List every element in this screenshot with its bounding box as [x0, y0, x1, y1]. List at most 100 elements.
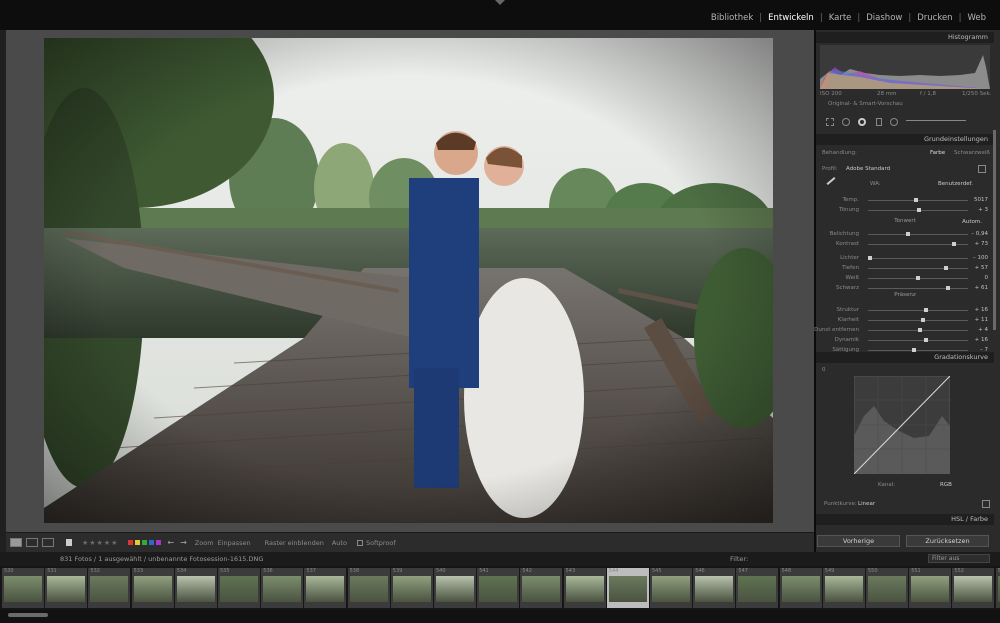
- slider-knob[interactable]: [906, 232, 910, 236]
- filmstrip-thumbnail[interactable]: 538: [347, 568, 390, 608]
- panel-scrollbar[interactable]: [993, 130, 996, 330]
- rating-stars-icon[interactable]: ★★★★★: [82, 539, 118, 547]
- filmstrip-thumbnail[interactable]: 548: [779, 568, 822, 608]
- main-photo[interactable]: [44, 38, 773, 523]
- filmstrip-thumbnail[interactable]: 531: [45, 568, 88, 608]
- slider-track[interactable]: [868, 288, 968, 289]
- filmstrip-thumbnail[interactable]: 536: [261, 568, 304, 608]
- module-bibliothek[interactable]: Bibliothek: [705, 13, 759, 23]
- slider-value[interactable]: + 73: [975, 240, 988, 248]
- filmstrip-thumbnail[interactable]: 539: [390, 568, 433, 608]
- radial-filter-icon[interactable]: [890, 118, 898, 126]
- slider-value[interactable]: 5017: [974, 196, 988, 204]
- slider-track[interactable]: [868, 350, 968, 351]
- slider-knob[interactable]: [868, 256, 872, 260]
- image-canvas[interactable]: [6, 30, 814, 532]
- filmstrip-thumbnail[interactable]: 534: [174, 568, 217, 608]
- loupe-view-button[interactable]: [10, 538, 22, 547]
- filmstrip-thumbnail[interactable]: 533: [131, 568, 174, 608]
- redeye-icon[interactable]: [858, 118, 866, 126]
- slider-track[interactable]: [868, 268, 968, 269]
- filter-select[interactable]: Filter aus: [928, 554, 990, 563]
- raster-select[interactable]: Auto: [332, 539, 347, 547]
- slider-value[interactable]: + 16: [975, 336, 988, 344]
- slider-value[interactable]: – 100: [973, 254, 988, 262]
- filmstrip-thumbnail[interactable]: 553: [995, 568, 1000, 608]
- filmstrip-thumbnail[interactable]: 530: [2, 568, 44, 608]
- basic-header[interactable]: Grundeinstellungen: [816, 134, 994, 145]
- filmstrip-thumbnail[interactable]: 546: [693, 568, 736, 608]
- slider-knob[interactable]: [952, 242, 956, 246]
- filmstrip-thumbnail[interactable]: 543: [563, 568, 606, 608]
- brush-icon[interactable]: [906, 120, 966, 121]
- filmstrip-thumbnail[interactable]: 550: [866, 568, 908, 608]
- slider-value[interactable]: – 7: [980, 346, 988, 354]
- slider-value[interactable]: + 11: [975, 316, 988, 324]
- slider-knob[interactable]: [916, 276, 920, 280]
- filmstrip-source-info[interactable]: 831 Fotos / 1 ausgewählt / unbenannte Fo…: [60, 555, 263, 563]
- slider-knob[interactable]: [914, 198, 918, 202]
- filmstrip-thumbnail[interactable]: 542: [520, 568, 563, 608]
- slider-knob[interactable]: [946, 286, 950, 290]
- previous-arrow-icon[interactable]: ←: [167, 538, 174, 547]
- spot-removal-icon[interactable]: [842, 118, 850, 126]
- flag-icon[interactable]: [66, 539, 72, 546]
- filmstrip-thumbnail[interactable]: 541: [477, 568, 520, 608]
- filmstrip-thumbnail[interactable]: 535: [218, 568, 260, 608]
- previous-settings-button[interactable]: Vorherige: [817, 535, 900, 547]
- eyedropper-icon[interactable]: [826, 177, 836, 185]
- slider-track[interactable]: [868, 320, 968, 321]
- module-entwickeln[interactable]: Entwickeln: [762, 13, 820, 23]
- tone-auto-button[interactable]: Autom.: [962, 218, 982, 226]
- slider-knob[interactable]: [944, 266, 948, 270]
- curve-edit-icon[interactable]: [982, 500, 990, 508]
- slider-value[interactable]: + 3: [978, 206, 988, 214]
- filmstrip-scrollbar[interactable]: [0, 610, 1000, 623]
- filmstrip-thumbnail[interactable]: 551: [909, 568, 952, 608]
- module-diashow[interactable]: Diashow: [860, 13, 908, 23]
- slider-value[interactable]: + 61: [975, 284, 988, 292]
- channel-select[interactable]: RGB: [940, 481, 952, 489]
- filmstrip-thumbnail[interactable]: 540: [434, 568, 476, 608]
- slider-value[interactable]: + 4: [978, 326, 988, 334]
- reset-button[interactable]: Zurücksetzen: [906, 535, 989, 547]
- crop-tool-icon[interactable]: [826, 118, 834, 126]
- module-web[interactable]: Web: [961, 13, 992, 23]
- slider-value[interactable]: + 16: [975, 306, 988, 314]
- filmstrip-thumbnail[interactable]: 537: [304, 568, 347, 608]
- slider-value[interactable]: – 0,94: [971, 230, 988, 238]
- histogram-graph[interactable]: [820, 45, 990, 89]
- panel-toggle-arrow-icon[interactable]: [495, 0, 505, 5]
- next-arrow-icon[interactable]: →: [180, 538, 187, 547]
- hsl-header[interactable]: HSL / Farbe: [816, 514, 994, 525]
- slider-knob[interactable]: [924, 338, 928, 342]
- yy-view-button[interactable]: [42, 538, 54, 547]
- filmstrip-thumbnail[interactable]: 552: [952, 568, 995, 608]
- treatment-bw-button[interactable]: Schwarzweiß: [954, 149, 990, 157]
- slider-track[interactable]: [868, 310, 968, 311]
- histogram-header[interactable]: Histogramm: [816, 32, 994, 43]
- slider-knob[interactable]: [924, 308, 928, 312]
- filmstrip-thumbnail[interactable]: 547: [736, 568, 779, 608]
- before-after-button[interactable]: [26, 538, 38, 547]
- graduated-filter-icon[interactable]: [876, 118, 882, 126]
- zoom-select[interactable]: Einpassen: [218, 539, 251, 547]
- slider-knob[interactable]: [912, 348, 916, 352]
- slider-track[interactable]: [868, 258, 968, 259]
- softproof-checkbox[interactable]: [356, 539, 363, 546]
- module-karte[interactable]: Karte: [823, 13, 858, 23]
- filmstrip-thumbnail[interactable]: 532: [88, 568, 131, 608]
- treatment-color-button[interactable]: Farbe: [930, 149, 945, 157]
- filmstrip-thumbnail[interactable]: 544: [606, 568, 649, 608]
- tone-curve-graph[interactable]: [854, 376, 950, 474]
- profile-select[interactable]: Adobe Standard: [846, 165, 890, 173]
- slider-track[interactable]: [868, 234, 968, 235]
- point-curve-select[interactable]: Linear: [858, 500, 875, 508]
- slider-knob[interactable]: [917, 208, 921, 212]
- wb-select[interactable]: Benutzerdef.: [938, 180, 973, 188]
- module-drucken[interactable]: Drucken: [911, 13, 958, 23]
- slider-knob[interactable]: [918, 328, 922, 332]
- filmstrip-thumbnail[interactable]: 549: [822, 568, 865, 608]
- color-labels[interactable]: [126, 540, 162, 545]
- slider-track[interactable]: [868, 200, 968, 201]
